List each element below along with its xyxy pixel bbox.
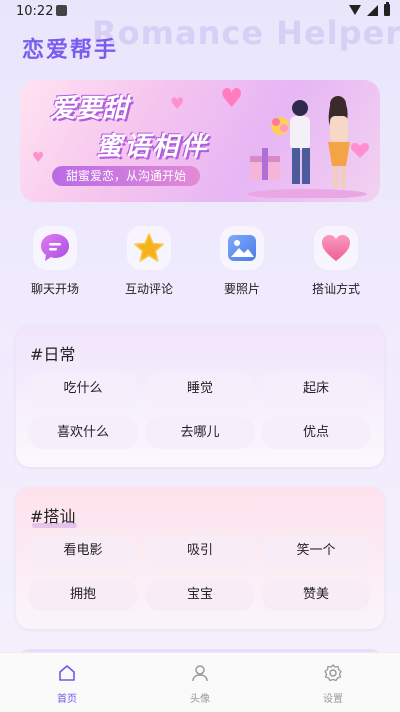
- topic-chip[interactable]: 笑一个: [261, 535, 371, 567]
- bottom-tab-bar: 首页 头像 设置: [0, 652, 400, 712]
- heart-icon: [314, 226, 358, 270]
- quick-actions: 聊天开场 互动评论 要照片 搭讪方式: [0, 226, 400, 296]
- topic-chip[interactable]: 拥抱: [28, 579, 138, 611]
- user-icon: [192, 665, 208, 682]
- section-daily: #日常 吃什么 睡觉 起床 喜欢什么 去哪儿 优点: [16, 325, 384, 467]
- quick-action-label: 互动评论: [124, 282, 173, 296]
- couple-illustration: [247, 96, 370, 198]
- quick-action-comment[interactable]: 互动评论: [109, 226, 189, 297]
- topic-chip[interactable]: 睡觉: [145, 373, 255, 405]
- topic-chip[interactable]: 赞美: [261, 579, 371, 611]
- tab-avatar[interactable]: 头像: [160, 663, 240, 705]
- app-title: 恋爱帮手: [22, 38, 119, 63]
- section-title: #搭讪: [30, 503, 78, 528]
- heart-decoration-icon: ♥: [220, 84, 244, 114]
- section-title: #日常: [30, 345, 76, 364]
- quick-action-pickup[interactable]: 搭讪方式: [296, 226, 376, 297]
- tab-home[interactable]: 首页: [27, 663, 107, 705]
- quick-action-label: 搭讪方式: [311, 282, 360, 296]
- notification-icon: [56, 5, 67, 16]
- header-watermark: Romance Helper: [92, 14, 400, 52]
- topic-chip[interactable]: 去哪儿: [145, 417, 255, 449]
- banner-headline-2: 蜜语相伴: [96, 132, 209, 162]
- heart-decoration-icon: ♥: [32, 150, 45, 166]
- topic-chip[interactable]: 吸引: [145, 535, 255, 567]
- tab-label: 设置: [323, 694, 343, 705]
- quick-action-ask-photo[interactable]: 要照片: [202, 226, 282, 297]
- status-time: 10:22: [16, 4, 54, 19]
- topic-chip[interactable]: 起床: [261, 373, 371, 405]
- promo-banner[interactable]: ♥ ♥ ♥ 爱要甜 蜜语相伴 甜蜜爱恋，从沟通开始: [20, 80, 380, 202]
- banner-slogan: 甜蜜爱恋，从沟通开始: [52, 166, 201, 186]
- quick-action-label: 要照片: [223, 282, 260, 296]
- topic-chip[interactable]: 喜欢什么: [28, 417, 138, 449]
- home-icon: [59, 665, 75, 681]
- topic-chip[interactable]: 看电影: [28, 535, 138, 567]
- star-icon: [127, 226, 171, 270]
- topic-chip[interactable]: 吃什么: [28, 373, 138, 405]
- banner-headline-1: 爱要甜: [50, 94, 129, 124]
- image-icon: [220, 226, 264, 270]
- quick-action-label: 聊天开场: [30, 282, 79, 296]
- quick-action-chat-opener[interactable]: 聊天开场: [15, 226, 95, 297]
- topic-chip[interactable]: 优点: [261, 417, 371, 449]
- tab-settings[interactable]: 设置: [293, 663, 373, 705]
- settings-icon: [324, 664, 342, 682]
- chat-bubble-icon: [33, 226, 77, 270]
- tab-label: 首页: [57, 694, 77, 705]
- heart-decoration-icon: ♥: [170, 94, 185, 113]
- topic-chip[interactable]: 宝宝: [145, 579, 255, 611]
- section-pickup: #搭讪 看电影 吸引 笑一个 拥抱 宝宝 赞美: [16, 487, 384, 629]
- tab-label: 头像: [190, 694, 210, 705]
